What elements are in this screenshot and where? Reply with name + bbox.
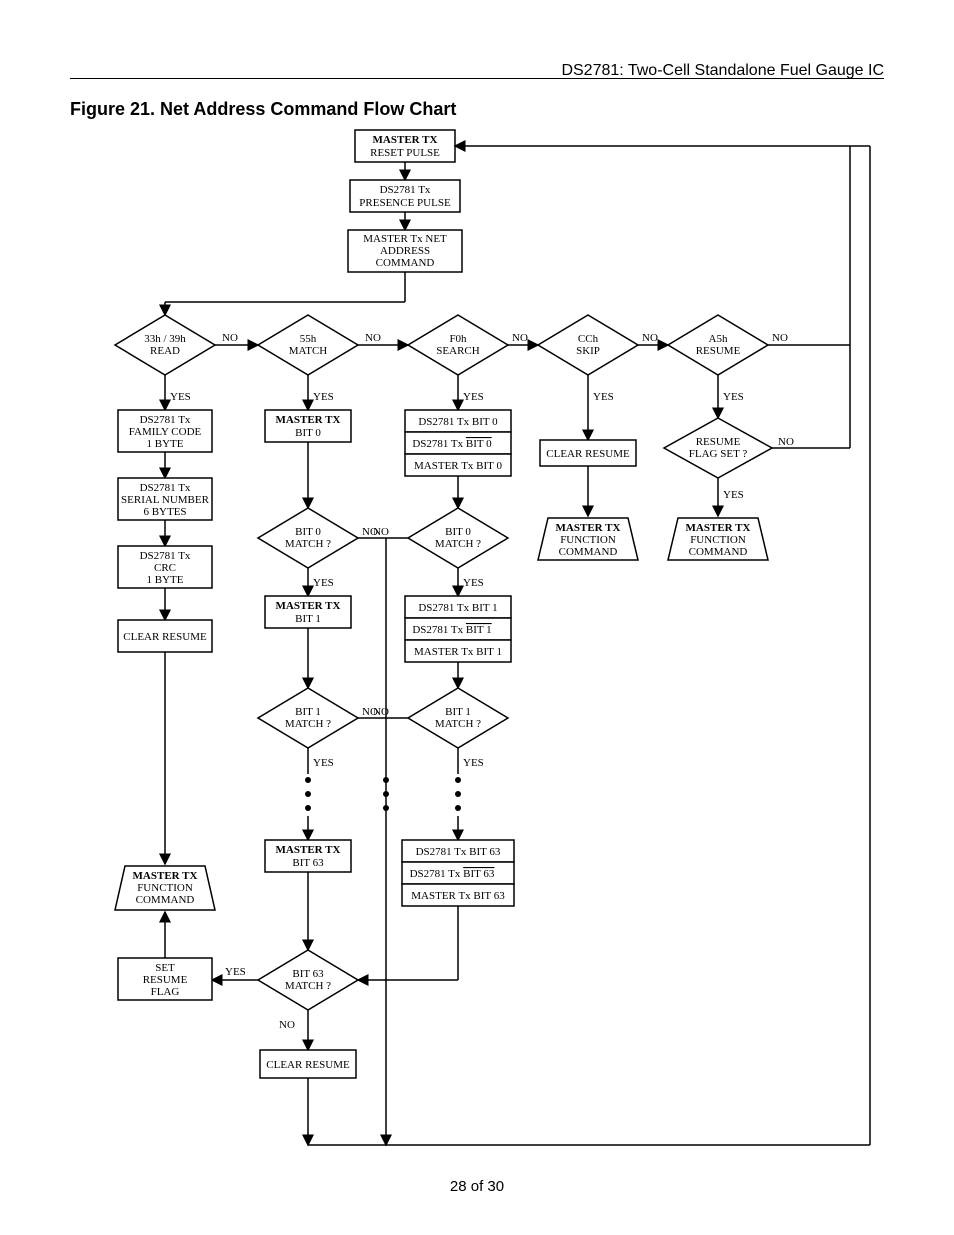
node-tx-bit0-c: MASTER Tx BIT 0 — [414, 460, 502, 472]
node-master-tx-fn-3: MASTER TX — [686, 522, 751, 534]
svg-text:YES: YES — [593, 391, 614, 403]
svg-text:COMMAND: COMMAND — [559, 546, 618, 558]
diamond-cch: CCh SKIP — [538, 315, 638, 375]
node-tx-bit63-b: DS2781 Tx BIT 63 — [410, 868, 495, 880]
svg-text:YES: YES — [463, 577, 484, 589]
node-reset-tx: MASTER TX — [373, 134, 438, 146]
svg-text:CCh: CCh — [578, 333, 599, 345]
node-set-resume: SET — [155, 962, 175, 974]
svg-text:NO: NO — [772, 332, 788, 344]
svg-text:COMMAND: COMMAND — [376, 257, 435, 269]
page-footer: 28 of 30 — [0, 1178, 954, 1195]
node-clear-resume-1: CLEAR RESUME — [123, 631, 207, 643]
diamond-resume-flag: RESUME — [696, 436, 741, 448]
svg-text:NO: NO — [222, 332, 238, 344]
svg-text:YES: YES — [313, 391, 334, 403]
svg-text:RESUME: RESUME — [696, 345, 741, 357]
node-netcmd: MASTER Tx NET — [363, 233, 447, 245]
svg-text:MATCH ?: MATCH ? — [285, 718, 331, 730]
diamond-bit63-match: BIT 63 — [292, 968, 324, 980]
svg-text:PRESENCE PULSE: PRESENCE PULSE — [359, 197, 451, 209]
svg-text:BIT 0: BIT 0 — [295, 427, 321, 439]
svg-text:6 BYTES: 6 BYTES — [143, 506, 186, 518]
svg-text:YES: YES — [723, 489, 744, 501]
node-master-tx-bit1: MASTER TX — [276, 600, 341, 612]
svg-text:NO: NO — [279, 1019, 295, 1031]
svg-text:CRC: CRC — [154, 562, 176, 574]
svg-text:RESUME: RESUME — [143, 974, 188, 986]
diamond-33h: 33h / 39h READ — [115, 315, 215, 375]
svg-text:YES: YES — [313, 757, 334, 769]
svg-text:1 BYTE: 1 BYTE — [147, 438, 184, 450]
svg-text:1 BYTE: 1 BYTE — [147, 574, 184, 586]
svg-text:FLAG: FLAG — [151, 986, 180, 998]
svg-text:NO: NO — [373, 706, 389, 718]
svg-text:SEARCH: SEARCH — [436, 345, 479, 357]
svg-text:A5h: A5h — [709, 333, 728, 345]
svg-text:FUNCTION: FUNCTION — [560, 534, 616, 546]
svg-text:MATCH ?: MATCH ? — [285, 980, 331, 992]
svg-text:READ: READ — [150, 345, 180, 357]
node-crc: DS2781 Tx — [140, 550, 191, 562]
svg-text:NO: NO — [512, 332, 528, 344]
svg-text:SERIAL NUMBER: SERIAL NUMBER — [121, 494, 210, 506]
node-tx-bit63-c: MASTER Tx BIT 63 — [411, 890, 505, 902]
svg-text:33h / 39h: 33h / 39h — [144, 333, 186, 345]
node-serial: DS2781 Tx — [140, 482, 191, 494]
svg-text:ADDRESS: ADDRESS — [380, 245, 430, 257]
svg-text:BIT 1: BIT 1 — [295, 613, 321, 625]
svg-text:YES: YES — [463, 757, 484, 769]
svg-text:NO: NO — [373, 526, 389, 538]
svg-text:YES: YES — [225, 966, 246, 978]
node-tx-bit0-b: DS2781 Tx BIT 0 — [412, 438, 492, 450]
svg-text:NO: NO — [642, 332, 658, 344]
svg-text:NO: NO — [365, 332, 381, 344]
svg-text:YES: YES — [313, 577, 334, 589]
svg-text:FUNCTION: FUNCTION — [137, 882, 193, 894]
node-tx-bit0-a: DS2781 Tx BIT 0 — [418, 416, 498, 428]
diamond-bit1-match-1: BIT 1 — [295, 706, 321, 718]
diamond-bit0-match-2: BIT 0 — [445, 526, 471, 538]
svg-text:RESET PULSE: RESET PULSE — [370, 147, 440, 159]
node-tx-bit1-a: DS2781 Tx BIT 1 — [418, 602, 497, 614]
svg-text:FAMILY CODE: FAMILY CODE — [129, 426, 202, 438]
node-clear-resume-2: CLEAR RESUME — [266, 1059, 350, 1071]
node-master-tx-fn-2: MASTER TX — [556, 522, 621, 534]
node-tx-bit1-c: MASTER Tx BIT 1 — [414, 646, 502, 658]
diamond-bit0-match-1: BIT 0 — [295, 526, 321, 538]
divider — [70, 78, 884, 79]
diamond-a5h: A5h RESUME — [668, 315, 768, 375]
svg-text:COMMAND: COMMAND — [689, 546, 748, 558]
svg-text:COMMAND: COMMAND — [136, 894, 195, 906]
node-master-tx-bit0: MASTER TX — [276, 414, 341, 426]
svg-text:FUNCTION: FUNCTION — [690, 534, 746, 546]
svg-text:SKIP: SKIP — [576, 345, 600, 357]
node-master-tx-fn-1: MASTER TX — [133, 870, 198, 882]
node-master-tx-bit63: MASTER TX — [276, 844, 341, 856]
node-family-code: DS2781 Tx — [140, 414, 191, 426]
svg-text:BIT 63: BIT 63 — [292, 857, 324, 869]
figure-title: Figure 21. Net Address Command Flow Char… — [70, 99, 456, 120]
svg-text:FLAG SET ?: FLAG SET ? — [689, 448, 748, 460]
svg-text:55h: 55h — [300, 333, 317, 345]
node-presence: DS2781 Tx — [380, 184, 431, 196]
node-tx-bit63-a: DS2781 Tx BIT 63 — [416, 846, 501, 858]
diamond-f0h: F0h SEARCH — [408, 315, 508, 375]
svg-text:MATCH ?: MATCH ? — [435, 538, 481, 550]
node-clear-resume-cc: CLEAR RESUME — [546, 448, 630, 460]
diamond-55h: 55h MATCH — [258, 315, 358, 375]
svg-text:YES: YES — [170, 391, 191, 403]
svg-text:MATCH ?: MATCH ? — [285, 538, 331, 550]
svg-text:YES: YES — [463, 391, 484, 403]
svg-text:MATCH: MATCH — [289, 345, 328, 357]
node-tx-bit1-b: DS2781 Tx BIT 1 — [412, 624, 491, 636]
svg-text:NO: NO — [778, 436, 794, 448]
svg-text:YES: YES — [723, 391, 744, 403]
svg-text:F0h: F0h — [449, 333, 467, 345]
svg-text:MATCH ?: MATCH ? — [435, 718, 481, 730]
diamond-bit1-match-2: BIT 1 — [445, 706, 471, 718]
flowchart: MASTER TX RESET PULSE DS2781 Tx PRESENCE… — [70, 120, 884, 1160]
